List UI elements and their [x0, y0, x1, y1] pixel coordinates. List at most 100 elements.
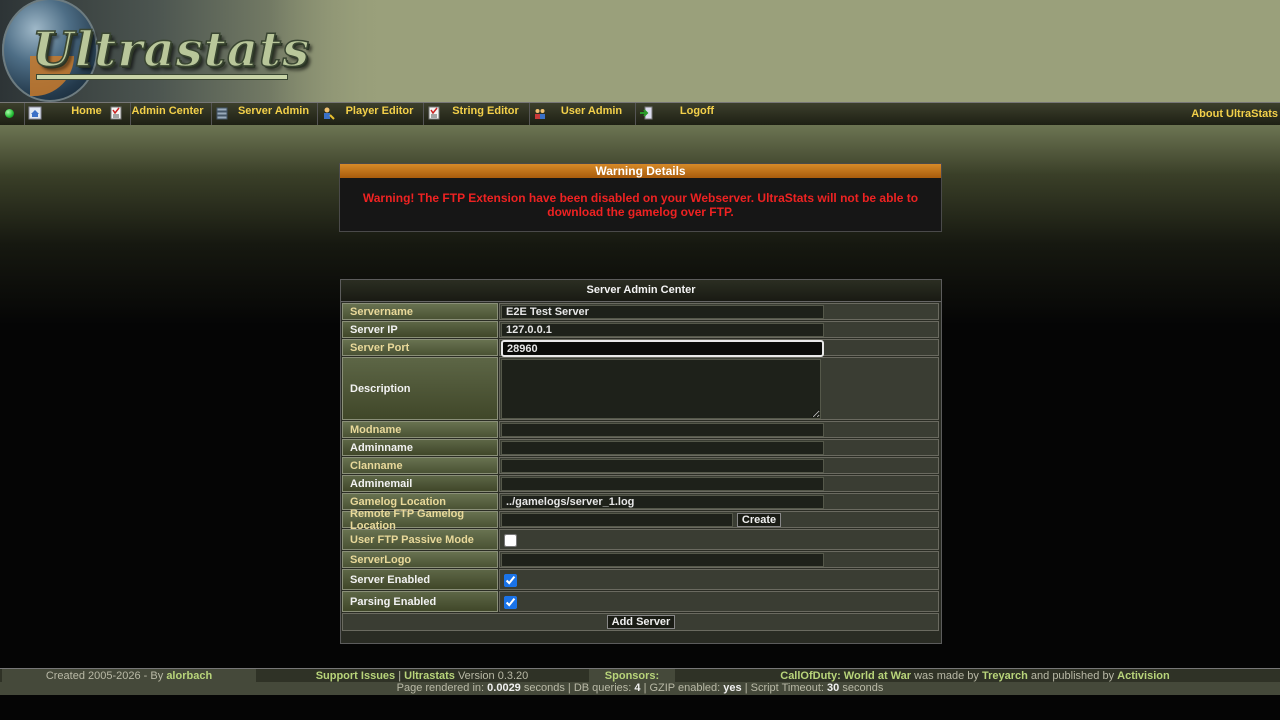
- create-button[interactable]: Create: [737, 513, 781, 527]
- value-cell: [499, 457, 939, 474]
- form-row-parsing-enabled: Parsing Enabled: [342, 591, 939, 613]
- support-issues-link[interactable]: Support Issues: [316, 670, 395, 682]
- gamelog-location-input[interactable]: [501, 495, 824, 509]
- clanname-label: Clanname: [342, 457, 498, 474]
- menu-item-string-editor[interactable]: String Editor: [424, 103, 530, 125]
- server-port-label: Server Port: [342, 339, 498, 356]
- menu-item-player-editor[interactable]: Player Editor: [318, 103, 424, 125]
- timeout-label: | Script Timeout:: [744, 682, 824, 694]
- server-enabled-checkbox[interactable]: [504, 574, 517, 587]
- menu-item-logoff[interactable]: Logoff: [636, 103, 740, 125]
- warning-title: Warning Details: [340, 164, 941, 178]
- value-cell: [499, 493, 939, 510]
- player-icon: [324, 107, 335, 120]
- adminemail-label: Adminemail: [342, 475, 498, 492]
- timeout-value: 30: [827, 682, 840, 694]
- users-icon: [535, 109, 545, 119]
- value-cell: [499, 551, 939, 568]
- modname-input[interactable]: [501, 423, 824, 437]
- menu-item-admin-center[interactable]: Admin Center: [106, 103, 212, 125]
- rendered-label: Page rendered in:: [396, 682, 485, 694]
- form-row-description: Description: [342, 357, 939, 421]
- form-row-clanname: Clanname: [342, 457, 939, 475]
- remote-ftp-input[interactable]: [501, 513, 733, 527]
- version-text: Version 0.3.20: [457, 670, 529, 682]
- developer-link[interactable]: Treyarch: [982, 670, 1028, 682]
- add-server-button[interactable]: Add Server: [607, 615, 675, 629]
- parsing-enabled-checkbox[interactable]: [504, 596, 517, 609]
- servername-label: Servername: [342, 303, 498, 320]
- warning-text: Warning! The FTP Extension have been dis…: [362, 191, 919, 219]
- published-text: and published by: [1030, 670, 1115, 682]
- value-cell: [499, 303, 939, 320]
- menu-label: Server Admin: [237, 105, 310, 117]
- clanname-input[interactable]: [501, 459, 824, 473]
- value-cell: [499, 591, 939, 612]
- form-row-server-enabled: Server Enabled: [342, 569, 939, 591]
- menu-item-server-admin[interactable]: Server Admin: [212, 103, 318, 125]
- db-queries-value: 4: [634, 682, 641, 694]
- checklist-icon: [428, 106, 440, 120]
- seconds-text: seconds: [523, 682, 565, 694]
- server-port-input[interactable]: [501, 340, 824, 357]
- server-ip-label: Server IP: [342, 321, 498, 338]
- form-row-server-port: Server Port: [342, 339, 939, 357]
- main-menu: Home Admin Center Server Admin Player Ed…: [0, 102, 1280, 126]
- green-dot-icon: [5, 109, 14, 118]
- value-cell: [499, 569, 939, 590]
- product-link[interactable]: Ultrastats: [404, 670, 455, 682]
- menu-label: Logoff: [679, 105, 715, 117]
- servername-input[interactable]: [501, 305, 824, 319]
- footer-stats: Page rendered in: 0.0029 seconds | DB qu…: [0, 682, 1280, 695]
- publisher-link[interactable]: Activision: [1117, 670, 1170, 682]
- form-row-ftp-passive: User FTP Passive Mode: [342, 529, 939, 551]
- footer-credits: Created 2005-2026 - By alorbach Support …: [0, 668, 1280, 683]
- adminemail-input[interactable]: [501, 477, 824, 491]
- form-row-submit: Add Server: [342, 613, 939, 631]
- ultrastats-logo: Ultrastats: [31, 21, 311, 79]
- footer-created: Created 2005-2026 - By alorbach: [2, 669, 256, 683]
- modname-label: Modname: [342, 421, 498, 438]
- value-cell: [499, 357, 939, 420]
- gzip-label: | GZIP enabled:: [643, 682, 721, 694]
- menu-label: Admin Center: [131, 105, 204, 117]
- form-row-adminemail: Adminemail: [342, 475, 939, 493]
- value-cell: [499, 439, 939, 456]
- footer-version: Support Issues | Ultrastats Version 0.3.…: [256, 669, 588, 683]
- description-label: Description: [342, 357, 498, 420]
- form-row-remote-ftp: Remote FTP Gamelog Location Create: [342, 508, 939, 532]
- serverlogo-input[interactable]: [501, 553, 824, 567]
- ftp-passive-label: User FTP Passive Mode: [342, 529, 498, 550]
- home-icon: [28, 106, 42, 120]
- server-icon: [216, 107, 228, 120]
- form-row-adminname: Adminname: [342, 439, 939, 457]
- seconds-text: seconds: [842, 682, 884, 694]
- header-banner: Ultrastats: [0, 0, 1280, 102]
- about-ultrastats-link[interactable]: About UltraStats: [1191, 108, 1278, 120]
- adminname-input[interactable]: [501, 441, 824, 455]
- value-cell: [499, 321, 939, 338]
- server-ip-input[interactable]: [501, 323, 824, 337]
- form-row-server-ip: Server IP: [342, 321, 939, 339]
- value-cell: [499, 529, 939, 550]
- form-row-servername: Servername: [342, 303, 939, 321]
- game-link[interactable]: CallOfDuty: World at War: [780, 670, 911, 682]
- menu-label: String Editor: [452, 105, 519, 117]
- serverlogo-label: ServerLogo: [342, 551, 498, 568]
- parsing-enabled-label: Parsing Enabled: [342, 591, 498, 612]
- ftp-passive-checkbox[interactable]: [504, 534, 517, 547]
- value-cell: [499, 421, 939, 438]
- author-link[interactable]: alorbach: [166, 670, 212, 682]
- footer-sponsors: Sponsors:: [589, 669, 675, 683]
- form-row-modname: Modname: [342, 421, 939, 439]
- menu-label: User Admin: [560, 105, 623, 117]
- gzip-value: yes: [723, 682, 742, 694]
- description-textarea[interactable]: [501, 359, 821, 419]
- form-row-serverlogo: ServerLogo: [342, 551, 939, 569]
- footer-game-credits: CallOfDuty: World at War was made by Tre…: [676, 669, 1274, 683]
- adminname-label: Adminname: [342, 439, 498, 456]
- made-by-text: was made by: [914, 670, 979, 682]
- menu-item-user-admin[interactable]: User Admin: [530, 103, 636, 125]
- server-enabled-label: Server Enabled: [342, 569, 498, 590]
- value-cell: [499, 475, 939, 492]
